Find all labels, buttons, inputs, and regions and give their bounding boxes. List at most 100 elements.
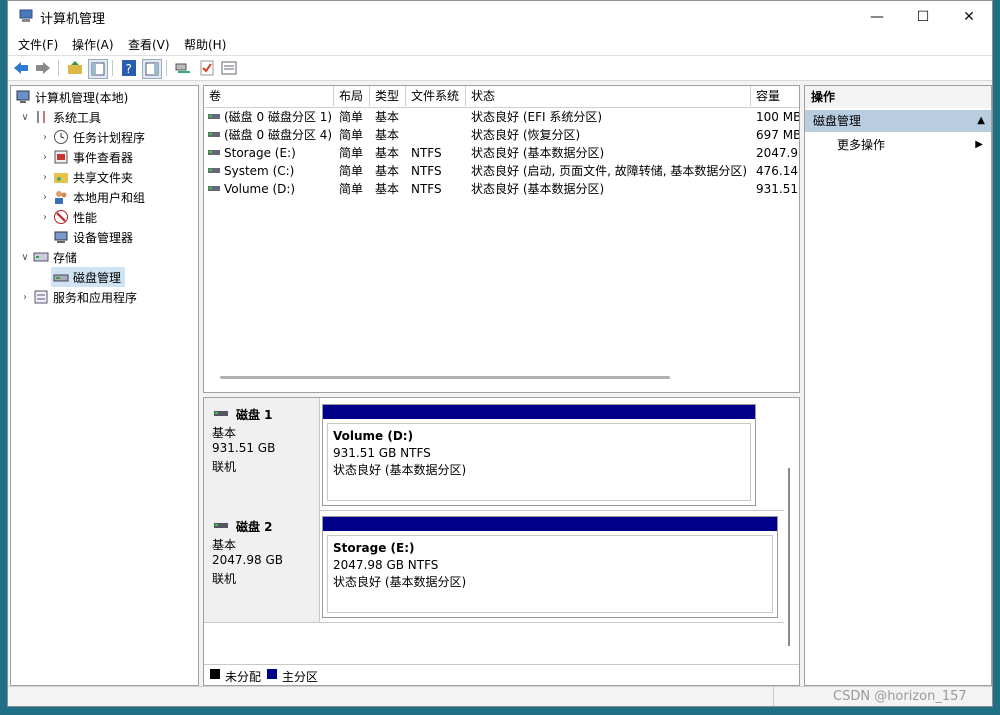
disk-name: 磁盘 1 [236,408,273,422]
disk-state: 联机 [212,460,237,474]
menu-view[interactable]: 查看(V) [128,36,170,53]
tree-item-local-users[interactable]: › 本地用户和组 [39,187,145,207]
clock-icon [53,129,69,145]
chevron-right-icon[interactable]: › [39,132,51,143]
chevron-right-icon[interactable]: › [39,172,51,183]
more-actions-item[interactable]: 更多操作 ▶ [805,134,991,156]
chevron-right-icon[interactable]: › [39,192,51,203]
partition-block[interactable]: Storage (E:) 2047.98 GB NTFS 状态良好 (基本数据分… [322,516,778,618]
column-header-layout[interactable]: 布局 [334,86,370,106]
tree-label: 服务和应用程序 [53,290,138,305]
toolbar-divider [58,60,59,76]
primary-partition-bar [323,405,755,419]
partition-name: Volume (D:) [333,429,414,443]
disk-info[interactable]: 磁盘 1 基本 931.51 GB 联机 [204,398,320,510]
shared-folder-icon [53,169,69,185]
minimize-button[interactable]: — [854,1,900,32]
volume-row[interactable]: (磁盘 0 磁盘分区 4) 简单 基本 状态良好 (恢复分区) 697 MB [204,126,800,144]
close-button[interactable]: ✕ [946,1,992,32]
services-icon [33,289,49,305]
volume-row[interactable]: (磁盘 0 磁盘分区 1) 简单 基本 状态良好 (EFI 系统分区) 100 … [204,108,799,126]
volume-icon [208,180,222,198]
back-arrow-icon[interactable] [12,59,30,77]
volume-icon [208,162,222,180]
volume-row[interactable]: Volume (D:) 简单 基本 NTFS 状态良好 (基本数据分区) 931… [204,180,799,198]
primary-partition-swatch [267,669,277,679]
maximize-button[interactable]: ☐ [900,1,946,32]
disk-icon [214,523,228,528]
vertical-scrollbar[interactable] [788,468,790,646]
volume-capacity: 697 MB [756,128,800,142]
volume-capacity: 931.51 [756,182,798,196]
horizontal-scrollbar[interactable] [220,376,670,379]
disk-info[interactable]: 磁盘 2 基本 2047.98 GB 联机 [204,510,320,622]
partition-block[interactable]: Volume (D:) 931.51 GB NTFS 状态良好 (基本数据分区) [322,404,756,506]
volume-row[interactable]: Storage (E:) 简单 基本 NTFS 状态良好 (基本数据分区) 20… [204,144,799,162]
volume-name: (磁盘 0 磁盘分区 4) [224,128,333,142]
volume-filesystem [411,126,465,144]
chevron-right-icon[interactable]: › [19,292,31,303]
actions-section-disk-management[interactable]: 磁盘管理 ▲ [805,110,991,132]
status-divider [773,687,774,706]
column-header-filesystem[interactable]: 文件系统 [406,86,466,106]
svg-text:?: ? [126,62,132,76]
tree-label: 磁盘管理 [73,270,122,285]
tools-icon [33,109,49,125]
column-header-type[interactable]: 类型 [370,86,406,106]
column-header-capacity[interactable]: 容量 [751,86,799,106]
disk-state: 联机 [212,572,237,586]
properties-icon[interactable] [220,59,238,77]
menu-file[interactable]: 文件(F) [18,36,58,53]
menu-action[interactable]: 操作(A) [72,36,114,53]
chevron-down-icon[interactable]: ∨ [19,252,31,263]
tree-item-system-tools[interactable]: ∨ 系统工具 [19,107,101,127]
show-action-pane-icon[interactable] [142,59,162,79]
tree-item-device-manager[interactable]: 设备管理器 [51,227,133,247]
title-bar: 计算机管理 — ☐ ✕ [8,1,992,32]
navigation-tree: 计算机管理(本地) ∨ 系统工具 › 任务计划程序 › 事件查看器 › 共享文件… [10,85,199,686]
connect-icon[interactable] [174,59,192,77]
device-manager-icon [53,229,69,245]
volume-type: 基本 [375,110,400,124]
tree-item-root[interactable]: 计算机管理(本地) [13,87,128,107]
disk-graphical-view: 磁盘 1 基本 931.51 GB 联机 Volume (D:) 931.51 … [203,397,800,686]
legend-unallocated: 未分配 [225,670,262,684]
volume-name: Volume (D:) [224,182,296,196]
tree-item-services-apps[interactable]: › 服务和应用程序 [19,287,137,307]
tree-item-event-viewer[interactable]: › 事件查看器 [39,147,133,167]
chevron-right-icon[interactable]: › [39,212,51,223]
menu-help[interactable]: 帮助(H) [184,36,226,53]
volume-name: Storage (E:) [224,146,296,160]
volume-status: 状态良好 (基本数据分区) [471,182,605,196]
tree-item-task-scheduler[interactable]: › 任务计划程序 [39,127,145,147]
up-folder-icon[interactable] [66,59,84,77]
volume-row[interactable]: System (C:) 简单 基本 NTFS 状态良好 (启动, 页面文件, 故… [204,162,799,180]
collapse-up-icon[interactable]: ▲ [977,110,985,132]
chevron-right-icon[interactable]: › [39,152,51,163]
tree-item-storage[interactable]: ∨ 存储 [19,247,77,267]
primary-partition-bar [323,517,777,531]
disk-type: 基本 [212,538,237,552]
volume-list: 卷 布局 类型 文件系统 状态 容量 (磁盘 0 磁盘分区 1) 简单 基本 状… [203,85,800,393]
tree-item-shared-folders[interactable]: › 共享文件夹 [39,167,133,187]
disk-size: 2047.98 GB [212,553,283,567]
section-label: 磁盘管理 [813,114,862,128]
partition-size: 931.51 GB NTFS [333,446,431,460]
legend-bar: 未分配 主分区 [204,664,799,685]
tree-item-performance[interactable]: › 性能 [39,207,97,227]
checklist-icon[interactable] [198,59,216,77]
tree-item-disk-management[interactable]: 磁盘管理 [51,267,126,287]
column-header-status[interactable]: 状态 [466,86,751,106]
forward-arrow-icon[interactable] [34,59,52,77]
performance-icon [53,209,69,225]
volume-type: 基本 [375,182,400,196]
chevron-down-icon[interactable]: ∨ [19,112,31,123]
volume-filesystem: NTFS [411,182,442,196]
tree-label: 计算机管理(本地) [35,90,129,105]
show-tree-icon[interactable] [88,59,108,79]
tree-label: 任务计划程序 [73,130,146,145]
status-bar: CSDN @horizon_157 [8,686,992,706]
volume-icon [208,108,222,126]
column-header-volume[interactable]: 卷 [204,86,334,106]
help-icon[interactable]: ? [120,59,138,77]
